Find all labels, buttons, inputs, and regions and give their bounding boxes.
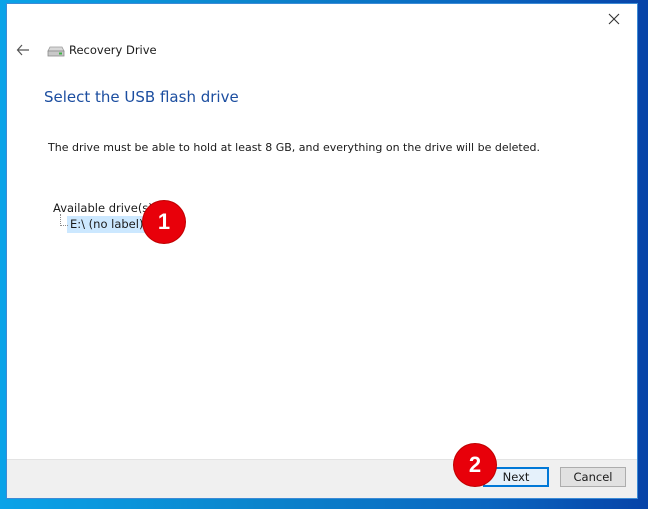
drive-item-e[interactable]: E:\ (no label) xyxy=(67,216,147,233)
step-badge-2: 2 xyxy=(454,444,496,486)
instructions-text: The drive must be able to hold at least … xyxy=(48,141,540,154)
drive-icon xyxy=(47,46,65,57)
recovery-drive-window: Recovery Drive Select the USB flash driv… xyxy=(6,3,638,499)
close-icon xyxy=(608,13,620,25)
app-title: Recovery Drive xyxy=(69,43,157,57)
step-badge-1: 1 xyxy=(143,201,185,243)
cancel-button[interactable]: Cancel xyxy=(560,467,626,487)
back-button[interactable] xyxy=(13,40,33,60)
footer-bar: Next Cancel xyxy=(7,459,637,498)
tree-child-row: E:\ (no label) xyxy=(53,214,153,234)
page-title: Select the USB flash drive xyxy=(44,88,239,106)
window-header: Recovery Drive xyxy=(13,40,157,60)
close-button[interactable] xyxy=(599,8,629,30)
back-arrow-icon xyxy=(16,44,29,56)
tree-connector xyxy=(60,214,68,226)
drive-tree: Available drive(s) E:\ (no label) xyxy=(53,200,153,234)
